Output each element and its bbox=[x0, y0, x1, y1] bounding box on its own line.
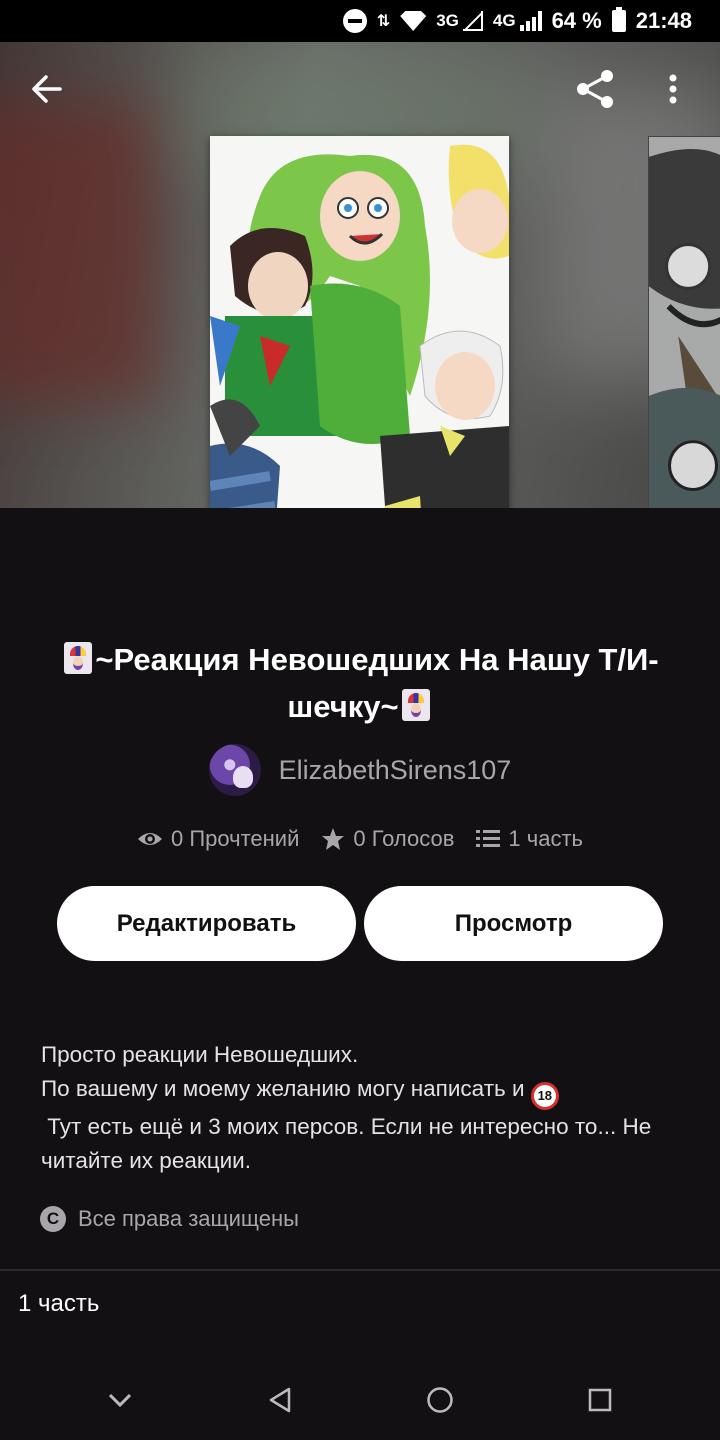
battery-percent: 64 % bbox=[551, 8, 602, 33]
network-4g: 4G bbox=[493, 11, 542, 31]
eye-icon bbox=[137, 833, 162, 845]
story-title: ~Реакция Невошедших На Нашу Т/И-шечку~ bbox=[30, 636, 690, 730]
action-buttons: Редактировать Просмотр bbox=[57, 886, 663, 961]
divider bbox=[0, 1269, 720, 1271]
votes-count: 0 Голосов bbox=[353, 826, 455, 851]
votes-stat: 0 Голосов bbox=[321, 826, 454, 852]
top-nav bbox=[0, 42, 720, 136]
chevron-down-icon[interactable] bbox=[90, 1370, 150, 1430]
description-line-2: По вашему и моему желанию могу написать … bbox=[41, 1076, 531, 1101]
data-arrows-icon: ⇅ bbox=[376, 13, 391, 30]
copyright-text: Все права защищены bbox=[78, 1206, 299, 1231]
parts-stat: 1 часть bbox=[476, 826, 583, 852]
description-line-3: Тут есть ещё и 3 моих персов. Если не ин… bbox=[41, 1114, 658, 1173]
wifi-icon bbox=[400, 11, 427, 31]
star-icon bbox=[322, 828, 345, 850]
story-title-text: ~Реакция Невошедших На Нашу Т/И-шечку~ bbox=[95, 642, 659, 724]
copyright-row: C Все права защищены bbox=[40, 1206, 299, 1232]
battery-icon bbox=[611, 7, 626, 32]
clock: 21:48 bbox=[635, 8, 692, 33]
dnd-icon bbox=[342, 9, 367, 33]
recents-square-icon[interactable] bbox=[570, 1370, 630, 1430]
story-description: Просто реакции Невошедших. По вашему и м… bbox=[41, 1038, 681, 1178]
edit-button[interactable]: Редактировать bbox=[57, 886, 356, 961]
home-circle-icon[interactable] bbox=[410, 1370, 470, 1430]
story-stats: 0 Прочтений 0 Голосов 1 часть bbox=[0, 826, 720, 852]
parts-section-label[interactable]: 1 часть bbox=[18, 1290, 99, 1318]
back-arrow-icon[interactable] bbox=[22, 64, 72, 114]
author-row[interactable]: ElizabethSirens107 bbox=[0, 744, 720, 796]
adults-only-icon: 18 bbox=[530, 1082, 559, 1110]
avatar[interactable] bbox=[208, 744, 261, 796]
view-button[interactable]: Просмотр bbox=[364, 886, 663, 961]
share-icon[interactable] bbox=[570, 64, 620, 114]
list-icon bbox=[476, 830, 501, 847]
reads-count: 0 Прочтений bbox=[170, 826, 300, 851]
joker-card-icon bbox=[64, 642, 93, 674]
system-nav-bar bbox=[0, 1360, 720, 1440]
author-name[interactable]: ElizabethSirens107 bbox=[279, 755, 512, 786]
description-line-1: Просто реакции Невошедших. bbox=[41, 1042, 359, 1067]
signal-icon bbox=[519, 11, 542, 31]
network-3g: 3G bbox=[436, 11, 483, 31]
more-vertical-icon[interactable] bbox=[648, 64, 698, 114]
reads-stat: 0 Прочтений bbox=[137, 826, 299, 852]
parts-count: 1 часть bbox=[508, 826, 584, 851]
joker-card-icon bbox=[401, 689, 430, 721]
copyright-icon: C bbox=[40, 1206, 66, 1232]
back-triangle-icon[interactable] bbox=[250, 1370, 310, 1430]
status-bar: ⇅ 3G 4G 64 % 21:48 bbox=[0, 0, 720, 42]
